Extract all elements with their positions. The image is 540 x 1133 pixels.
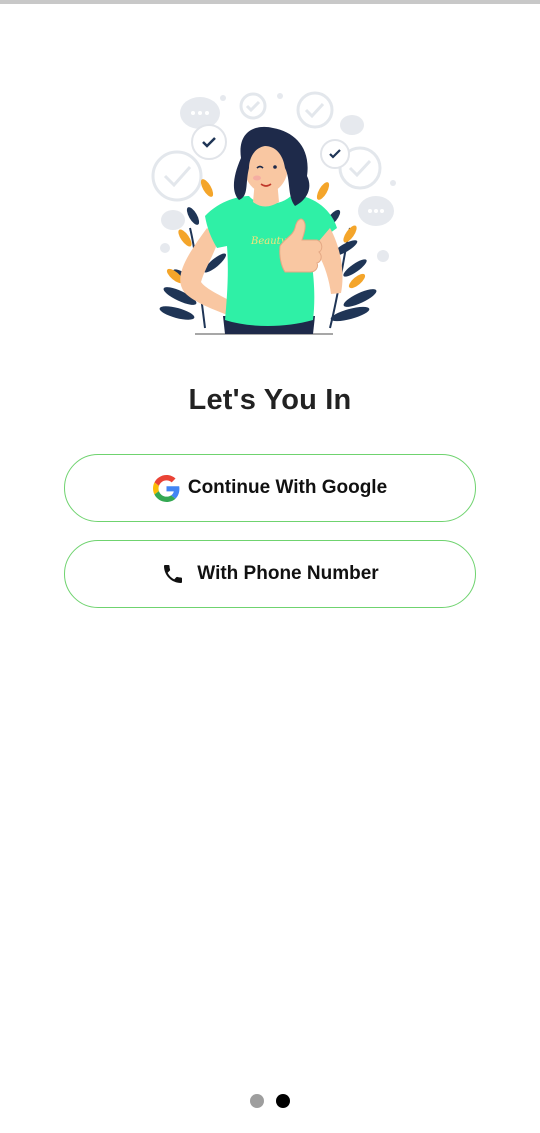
page-dot-1[interactable] [250, 1094, 264, 1108]
phone-number-button[interactable]: With Phone Number [64, 540, 476, 608]
top-progress-bar [0, 0, 540, 4]
google-button-label: Continue With Google [187, 477, 388, 498]
google-logo-icon [152, 474, 180, 502]
page-dot-2-active[interactable] [276, 1094, 290, 1108]
phone-button-label: With Phone Number [197, 563, 379, 584]
thumbs-up-woman-illustration: Beauty [151, 91, 396, 335]
phone-icon [164, 565, 183, 583]
continue-with-google-button[interactable]: Continue With Google [64, 454, 476, 522]
page-indicator [250, 1094, 290, 1108]
page-title: Let's You In [188, 384, 352, 416]
